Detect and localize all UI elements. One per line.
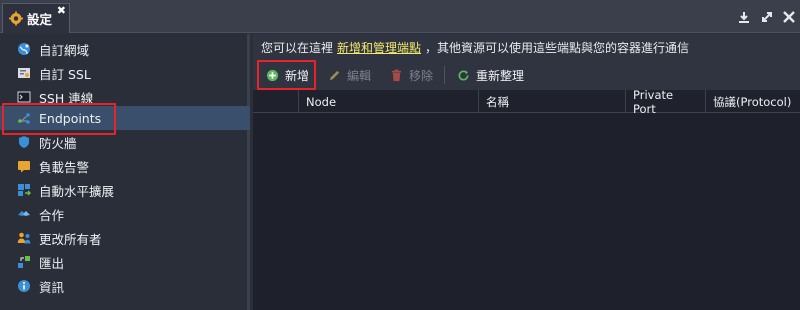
sidebar: 自訂網域 自訂 SSL SSH 連線 Endpoints 防火牆 負載告警 自動… [0,34,250,310]
gear-icon [9,11,23,26]
sidebar-item-label: 更改所有者 [39,231,102,247]
export-icon [17,255,31,269]
sidebar-item-custom-domain[interactable]: 自訂網域 [0,37,250,61]
edit-label: 編輯 [347,68,372,83]
sidebar-item-label: 匯出 [39,255,65,271]
sidebar-item-export[interactable]: 匯出 [0,250,250,274]
toolbar: 新增 編輯 移除 重新整理 [253,60,800,90]
owner-change-icon [17,231,31,245]
tab-settings[interactable]: 設定 ✖ [2,3,70,33]
edit-button[interactable]: 編輯 [318,60,380,90]
sidebar-item-auto-scaling[interactable]: 自動水平擴展 [0,178,250,202]
tab-title: 設定 [27,12,53,27]
download-icon[interactable] [737,10,751,24]
tab-close-icon[interactable]: ✖ [57,5,66,17]
expand-icon[interactable] [760,10,774,24]
sidebar-item-label: 資訊 [39,279,65,295]
info-link[interactable]: 新增和管理端點 [337,39,421,56]
sidebar-item-label: 負載告警 [39,159,90,175]
info-bar: 您可以在這裡 新增和管理端點 ，其他資源可以使用這些端點與您的容器進行通信 [253,34,800,60]
add-label: 新增 [285,68,310,83]
ssl-certificate-icon [17,66,31,80]
info-prefix: 您可以在這裡 [261,40,334,55]
refresh-button[interactable]: 重新整理 [447,60,533,90]
pencil-icon [327,68,341,82]
sidebar-item-label: Endpoints [39,110,102,126]
grid-body [253,113,800,310]
sidebar-item-change-owner[interactable]: 更改所有者 [0,226,250,250]
sidebar-item-label: 自訂 SSL [39,66,91,82]
window-title-bar: 設定 ✖ [0,0,800,33]
column-header-name[interactable]: 名稱 [478,90,625,113]
sidebar-item-custom-ssl[interactable]: 自訂 SSL [0,61,250,85]
main-content: 您可以在這裡 新增和管理端點 ，其他資源可以使用這些端點與您的容器進行通信 新增… [253,34,800,310]
sidebar-item-collaboration[interactable]: 合作 [0,202,250,226]
column-header-node[interactable]: Node [298,90,478,113]
toolbar-separator [444,66,446,84]
column-header-private-port[interactable]: Private Port [625,88,705,116]
info-icon [17,279,31,293]
endpoints-icon [17,111,31,125]
refresh-icon [456,68,470,82]
sidebar-item-label: 自動水平擴展 [39,183,115,199]
globe-icon [17,42,31,56]
scaling-icon [17,183,31,197]
sidebar-item-info[interactable]: 資訊 [0,274,250,298]
sidebar-item-endpoints[interactable]: Endpoints [0,106,250,130]
refresh-label: 重新整理 [476,68,525,83]
sidebar-item-label: 自訂網域 [39,42,90,58]
terminal-icon [17,90,31,104]
sidebar-item-label: SSH 連線 [39,90,94,106]
sidebar-item-label: 合作 [39,207,65,223]
plus-circle-icon [265,68,279,82]
shield-icon [17,135,31,149]
trash-icon [389,68,403,82]
grid-header-spacer [253,90,298,113]
remove-label: 移除 [409,68,434,83]
close-icon[interactable] [782,10,796,24]
sidebar-item-load-alerts[interactable]: 負載告警 [0,154,250,178]
alert-icon [17,159,31,173]
column-header-protocol[interactable]: 協議(Protocol) [705,90,800,113]
remove-button[interactable]: 移除 [380,60,442,90]
sidebar-item-firewall[interactable]: 防火牆 [0,130,250,154]
add-button[interactable]: 新增 [253,60,318,90]
sidebar-item-label: 防火牆 [39,135,77,151]
info-suffix: ，其他資源可以使用這些端點與您的容器進行通信 [425,40,690,55]
grid-header: Node 名稱 Private Port 協議(Protocol) [253,88,800,116]
collaboration-icon [17,207,31,221]
